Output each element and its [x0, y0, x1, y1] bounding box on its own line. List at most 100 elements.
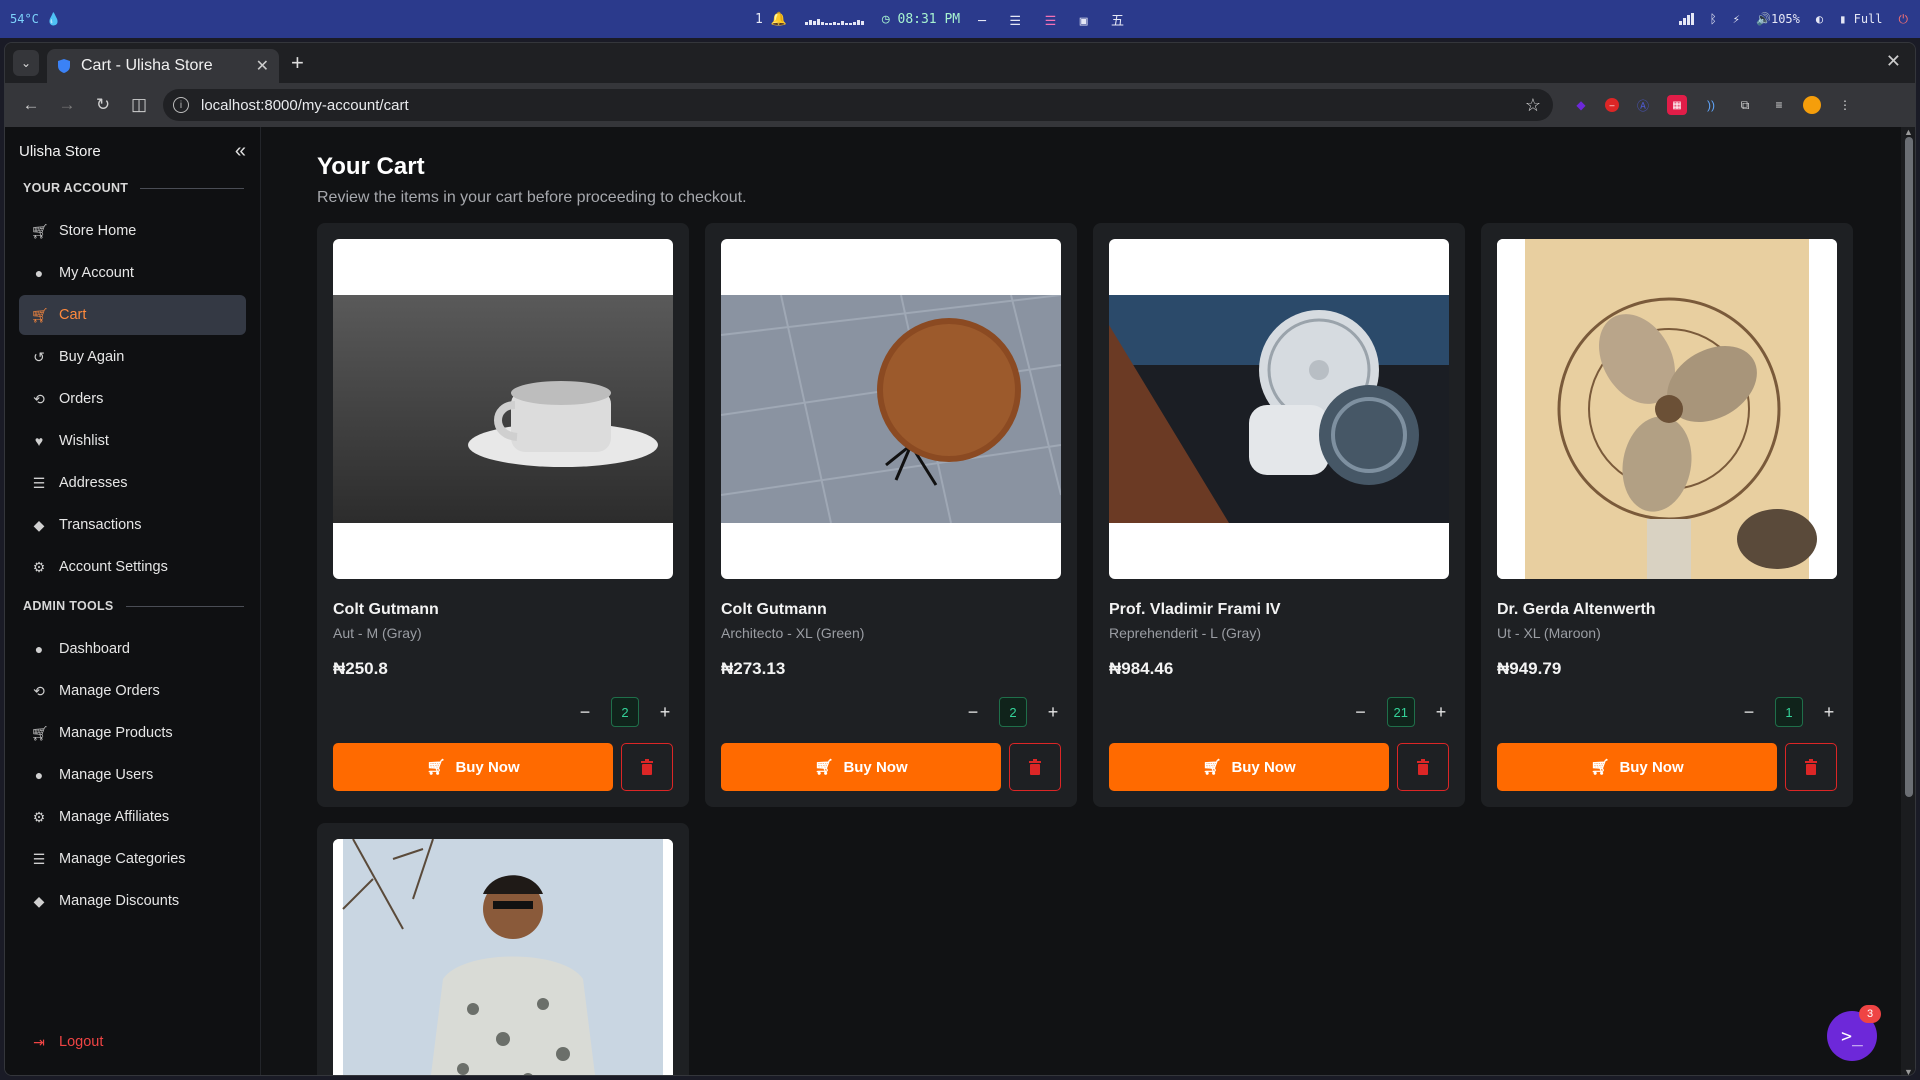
increase-quantity-button[interactable]: +	[1821, 702, 1837, 723]
signal-icon	[1678, 13, 1694, 25]
bookmark-star-icon[interactable]: ☆	[1525, 95, 1541, 116]
product-image[interactable]	[1109, 239, 1449, 579]
decrease-quantity-button[interactable]: −	[965, 702, 981, 723]
terminal-icon: >_	[1841, 1025, 1863, 1047]
new-tab-button[interactable]: +	[291, 50, 304, 76]
sidebar-item-manage-categories[interactable]: ☰ Manage Categories	[19, 839, 246, 879]
user-gear-icon: ⚙	[32, 808, 46, 825]
site-info-icon[interactable]: i	[173, 97, 189, 113]
sidebar-section-account: YOUR ACCOUNT	[5, 175, 260, 201]
cart-icon: 🛒︎	[814, 759, 834, 776]
product-image[interactable]	[1497, 239, 1837, 579]
remove-item-button[interactable]	[1785, 743, 1837, 791]
extension-wave-icon[interactable]: ))	[1701, 95, 1721, 115]
buy-now-button[interactable]: 🛒︎ Buy Now	[1109, 743, 1389, 791]
increase-quantity-button[interactable]: +	[657, 702, 673, 723]
user-circle-icon: ●	[34, 265, 44, 281]
user-circle-icon: ●	[34, 641, 44, 657]
quantity-value[interactable]: 2	[611, 697, 639, 727]
back-button[interactable]: ←	[13, 89, 49, 121]
decrease-quantity-button[interactable]: −	[1353, 702, 1369, 723]
sidebar-item-cart[interactable]: 🛒︎ Cart	[19, 295, 246, 335]
tab-search-button[interactable]: ⌄	[13, 50, 39, 76]
remove-item-button[interactable]	[621, 743, 673, 791]
extensions-puzzle-icon[interactable]: ⧉	[1735, 95, 1755, 115]
power-icon[interactable]: ⏻	[1899, 12, 1909, 27]
product-image[interactable]	[333, 239, 673, 579]
split-view-icon[interactable]: ◫	[121, 89, 157, 121]
sidebar-item-orders[interactable]: ⟲ Orders	[19, 379, 246, 419]
tag-icon: ◆	[33, 892, 45, 909]
forward-button[interactable]: →	[49, 89, 85, 121]
shirt-model-photo	[333, 839, 673, 1075]
increase-quantity-button[interactable]: +	[1433, 702, 1449, 723]
reload-button[interactable]: ↻	[85, 89, 121, 121]
shield-favicon-icon	[58, 59, 70, 73]
sidebar-item-manage-users[interactable]: ● Manage Users	[19, 755, 246, 795]
address-bar[interactable]: i localhost:8000/my-account/cart ☆	[163, 89, 1553, 121]
workspace-icons[interactable]: ─ ☰ ☰ ▣ 五	[978, 10, 1124, 29]
increase-quantity-button[interactable]: +	[1045, 702, 1061, 723]
drop-icon: 💧	[46, 12, 62, 26]
product-image[interactable]	[333, 839, 673, 1075]
quantity-value[interactable]: 1	[1775, 697, 1803, 727]
product-price: ₦273.13	[721, 659, 786, 678]
sidebar-item-manage-affiliates[interactable]: ⚙ Manage Affiliates	[19, 797, 246, 837]
cup-photo	[333, 295, 673, 523]
clock: ◷ 08:31 PM	[881, 11, 961, 27]
notification-badge: 3	[1859, 1005, 1881, 1023]
scroll-up-arrow-icon[interactable]: ▲	[1904, 127, 1913, 137]
battery-indicator: ▮ Full	[1839, 12, 1883, 26]
extension-purple-icon[interactable]: ◆	[1571, 95, 1591, 115]
sidebar-item-store-home[interactable]: 🛒︎ Store Home	[19, 211, 246, 251]
product-image[interactable]	[721, 239, 1061, 579]
window-close-icon[interactable]: ✕	[1886, 51, 1901, 72]
profile-avatar-icon[interactable]	[1803, 96, 1821, 114]
sidebar-item-transactions[interactable]: ◆ Transactions	[19, 505, 246, 545]
sidebar-item-addresses[interactable]: ☰ Addresses	[19, 463, 246, 503]
bluetooth-icon[interactable]: ᛒ	[1710, 12, 1717, 26]
media-queue-icon[interactable]: ≡	[1769, 95, 1789, 115]
sidebar-item-my-account[interactable]: ● My Account	[19, 253, 246, 293]
browser-window: ⌄ Cart - Ulisha Store ✕ + ✕ ← → ↻ ◫ i lo…	[4, 42, 1916, 1076]
sidebar-item-manage-orders[interactable]: ⟲ Manage Orders	[19, 671, 246, 711]
decrease-quantity-button[interactable]: −	[577, 702, 593, 723]
history-icon: ⟲	[33, 390, 45, 407]
sidebar-item-manage-discounts[interactable]: ◆ Manage Discounts	[19, 881, 246, 921]
buy-now-button[interactable]: 🛒︎ Buy Now	[721, 743, 1001, 791]
quantity-value[interactable]: 2	[999, 697, 1027, 727]
scroll-down-arrow-icon[interactable]: ▼	[1904, 1067, 1913, 1075]
sidebar-item-account-settings[interactable]: ⚙ Account Settings	[19, 547, 246, 587]
sidebar-item-buy-again[interactable]: ↺ Buy Again	[19, 337, 246, 377]
buy-now-button[interactable]: 🛒︎ Buy Now	[1497, 743, 1777, 791]
browser-menu-icon[interactable]: ⋮	[1835, 95, 1855, 115]
trash-icon	[1029, 759, 1041, 775]
remove-item-button[interactable]	[1009, 743, 1061, 791]
collapse-sidebar-icon[interactable]: «	[235, 140, 246, 163]
quantity-value[interactable]: 21	[1386, 697, 1415, 727]
sidebar-header: Ulisha Store «	[5, 127, 260, 175]
quantity-stepper: − 1 +	[1741, 697, 1837, 727]
speaker-icon: 🔊	[1756, 12, 1771, 26]
extension-a-icon[interactable]: Ⓐ	[1633, 95, 1653, 115]
sidebar-item-manage-products[interactable]: 🛒︎ Manage Products	[19, 713, 246, 753]
extension-red-icon[interactable]: ▦	[1667, 95, 1687, 115]
page-scrollbar[interactable]: ▲ ▼	[1901, 127, 1915, 1075]
sidebar-item-wishlist[interactable]: ♥ Wishlist	[19, 421, 246, 461]
cart-icon: 🛒︎	[31, 222, 49, 239]
buy-now-button[interactable]: 🛒︎ Buy Now	[333, 743, 613, 791]
volume-indicator[interactable]: 🔊105%	[1756, 12, 1800, 26]
logout-button[interactable]: ⇥ Logout	[19, 1025, 103, 1059]
user-circle-icon: ●	[34, 767, 44, 783]
sidebar-item-dashboard[interactable]: ● Dashboard	[19, 629, 246, 669]
close-tab-icon[interactable]: ✕	[256, 56, 269, 76]
remove-item-button[interactable]	[1397, 743, 1449, 791]
extension-block-icon[interactable]: –	[1605, 98, 1619, 112]
browser-tab-active[interactable]: Cart - Ulisha Store ✕	[47, 49, 279, 83]
scrollbar-thumb[interactable]	[1905, 137, 1913, 797]
terminal-fab-button[interactable]: >_ 3	[1827, 1005, 1881, 1061]
quantity-stepper: − 21 +	[1353, 697, 1449, 727]
notification-count[interactable]: 1 🔔	[755, 12, 787, 27]
decrease-quantity-button[interactable]: −	[1741, 702, 1757, 723]
table-photo	[721, 295, 1061, 523]
